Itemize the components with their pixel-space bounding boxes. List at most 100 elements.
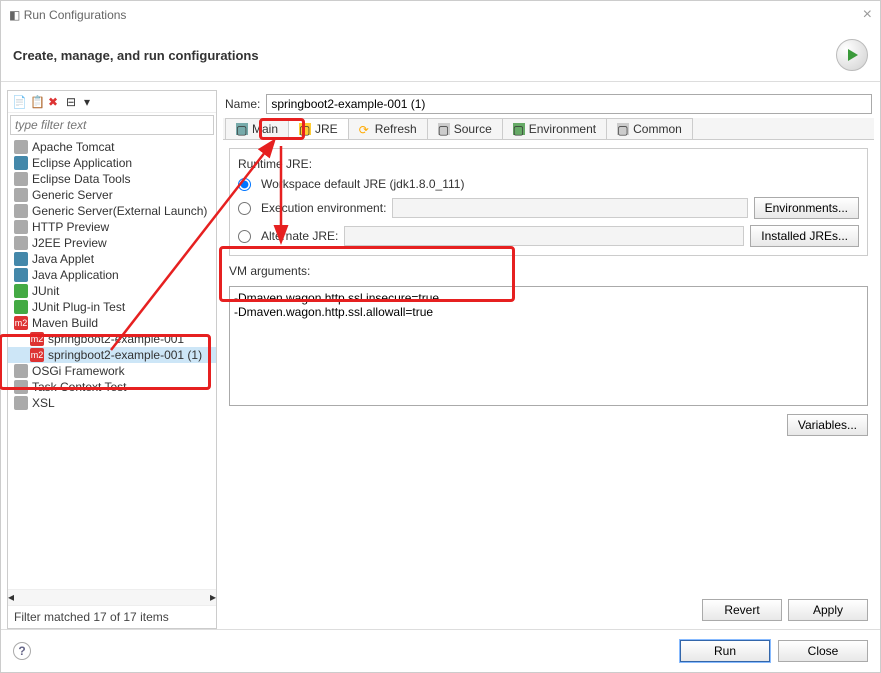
tree-item-label: springboot2-example-001	[48, 332, 184, 346]
filter-status: Filter matched 17 of 17 items	[8, 605, 216, 628]
config-type-icon	[14, 396, 28, 410]
config-type-icon	[14, 284, 28, 298]
tree-item[interactable]: Generic Server(External Launch)	[8, 203, 216, 219]
tree-item-label: Java Application	[32, 268, 119, 282]
radio-workspace-default[interactable]	[238, 178, 251, 191]
new-config-icon[interactable]: 📄	[12, 95, 26, 109]
config-tree[interactable]: Apache Tomcat Eclipse Application Eclipse …	[8, 137, 216, 589]
config-type-icon: m2	[30, 348, 44, 362]
tree-item-label: Eclipse Data Tools	[32, 172, 131, 186]
config-type-icon	[14, 156, 28, 170]
config-type-icon	[14, 300, 28, 314]
tab-main[interactable]: ▢ Main	[225, 118, 289, 139]
tree-item-label: Java Applet	[32, 252, 94, 266]
window-title: Run Configurations	[24, 8, 127, 22]
config-type-icon: m2	[14, 316, 28, 330]
tree-item-label: Task Context Test	[32, 380, 127, 394]
variables-button[interactable]: Variables...	[787, 414, 868, 436]
revert-button[interactable]: Revert	[702, 599, 782, 621]
env-tab-icon: ▢	[513, 123, 525, 135]
jre-tab-icon: ▢	[299, 123, 311, 135]
config-type-icon	[14, 172, 28, 186]
delete-icon[interactable]: ✖	[48, 95, 62, 109]
tree-item[interactable]: Eclipse Application	[8, 155, 216, 171]
workspace-default-label: Workspace default JRE (jdk1.8.0_111)	[261, 177, 464, 191]
duplicate-icon[interactable]: 📋	[30, 95, 44, 109]
eclipse-icon: ◧	[9, 8, 20, 22]
tree-item[interactable]: JUnit	[8, 283, 216, 299]
page-title: Create, manage, and run configurations	[13, 48, 836, 63]
tree-item[interactable]: m2 springboot2-example-001	[8, 331, 216, 347]
tree-toolbar: 📄 📋 ✖ ⊟ ▾	[8, 91, 216, 113]
name-label: Name:	[225, 97, 260, 111]
tree-item-label: JUnit Plug-in Test	[32, 300, 125, 314]
tab-refresh[interactable]: ⟳ Refresh	[348, 118, 428, 139]
config-type-icon: m2	[30, 332, 44, 346]
tab-common[interactable]: ▢ Common	[606, 118, 693, 139]
tree-item[interactable]: J2EE Preview	[8, 235, 216, 251]
filter-input[interactable]	[10, 115, 214, 135]
installed-jres-button[interactable]: Installed JREs...	[750, 225, 859, 247]
collapse-icon[interactable]: ⊟	[66, 95, 80, 109]
tree-item-label: HTTP Preview	[32, 220, 109, 234]
config-type-icon	[14, 140, 28, 154]
tree-item-label: Apache Tomcat	[32, 140, 115, 154]
config-type-icon	[14, 364, 28, 378]
radio-alternate-jre[interactable]	[238, 230, 251, 243]
tree-item[interactable]: JUnit Plug-in Test	[8, 299, 216, 315]
tab-environment[interactable]: ▢ Environment	[502, 118, 607, 139]
runtime-jre-group: Runtime JRE: Workspace default JRE (jdk1…	[229, 148, 868, 256]
filter-icon[interactable]: ▾	[84, 95, 98, 109]
common-tab-icon: ▢	[617, 123, 629, 135]
tree-item[interactable]: Apache Tomcat	[8, 139, 216, 155]
config-type-icon	[14, 188, 28, 202]
config-type-icon	[14, 268, 28, 282]
tree-item[interactable]: Task Context Test	[8, 379, 216, 395]
tab-jre[interactable]: ▢ JRE	[288, 118, 349, 139]
radio-exec-env[interactable]	[238, 202, 251, 215]
tree-item[interactable]: Generic Server	[8, 187, 216, 203]
tree-item[interactable]: Java Applet	[8, 251, 216, 267]
tree-item-label: Generic Server	[32, 188, 113, 202]
close-button[interactable]: Close	[778, 640, 868, 662]
tree-item-label: Generic Server(External Launch)	[32, 204, 207, 218]
tree-item[interactable]: XSL	[8, 395, 216, 411]
tree-item-label: OSGi Framework	[32, 364, 125, 378]
config-type-icon	[14, 220, 28, 234]
alternate-jre-label: Alternate JRE:	[261, 229, 338, 243]
tree-scrollbar[interactable]: ◂▸	[8, 589, 216, 605]
vm-args-label: VM arguments:	[229, 264, 868, 278]
config-type-icon	[14, 204, 28, 218]
alternate-jre-combo[interactable]	[344, 226, 744, 246]
tree-item[interactable]: m2 springboot2-example-001 (1)	[8, 347, 216, 363]
tree-item[interactable]: m2 Maven Build	[8, 315, 216, 331]
vm-args-textarea[interactable]	[229, 286, 868, 406]
tree-item-label: XSL	[32, 396, 55, 410]
refresh-tab-icon: ⟳	[359, 123, 371, 135]
tree-item[interactable]: Eclipse Data Tools	[8, 171, 216, 187]
tree-item-label: J2EE Preview	[32, 236, 107, 250]
close-icon[interactable]: ×	[863, 6, 872, 24]
name-input[interactable]	[266, 94, 872, 114]
config-type-icon	[14, 236, 28, 250]
tree-item-label: Eclipse Application	[32, 156, 132, 170]
exec-env-label: Execution environment:	[261, 201, 386, 215]
config-type-icon	[14, 380, 28, 394]
run-header-icon	[836, 39, 868, 71]
apply-button[interactable]: Apply	[788, 599, 868, 621]
help-icon[interactable]: ?	[13, 642, 31, 660]
tree-item[interactable]: Java Application	[8, 267, 216, 283]
exec-env-combo[interactable]	[392, 198, 747, 218]
runtime-jre-label: Runtime JRE:	[238, 157, 859, 171]
tree-item[interactable]: OSGi Framework	[8, 363, 216, 379]
main-tab-icon: ▢	[236, 123, 248, 135]
run-button[interactable]: Run	[680, 640, 770, 662]
environments-button[interactable]: Environments...	[754, 197, 859, 219]
tab-source[interactable]: ▢ Source	[427, 118, 503, 139]
tree-item-label: springboot2-example-001 (1)	[48, 348, 202, 362]
config-type-icon	[14, 252, 28, 266]
tree-item-label: JUnit	[32, 284, 59, 298]
tree-item-label: Maven Build	[32, 316, 98, 330]
tree-item[interactable]: HTTP Preview	[8, 219, 216, 235]
source-tab-icon: ▢	[438, 123, 450, 135]
